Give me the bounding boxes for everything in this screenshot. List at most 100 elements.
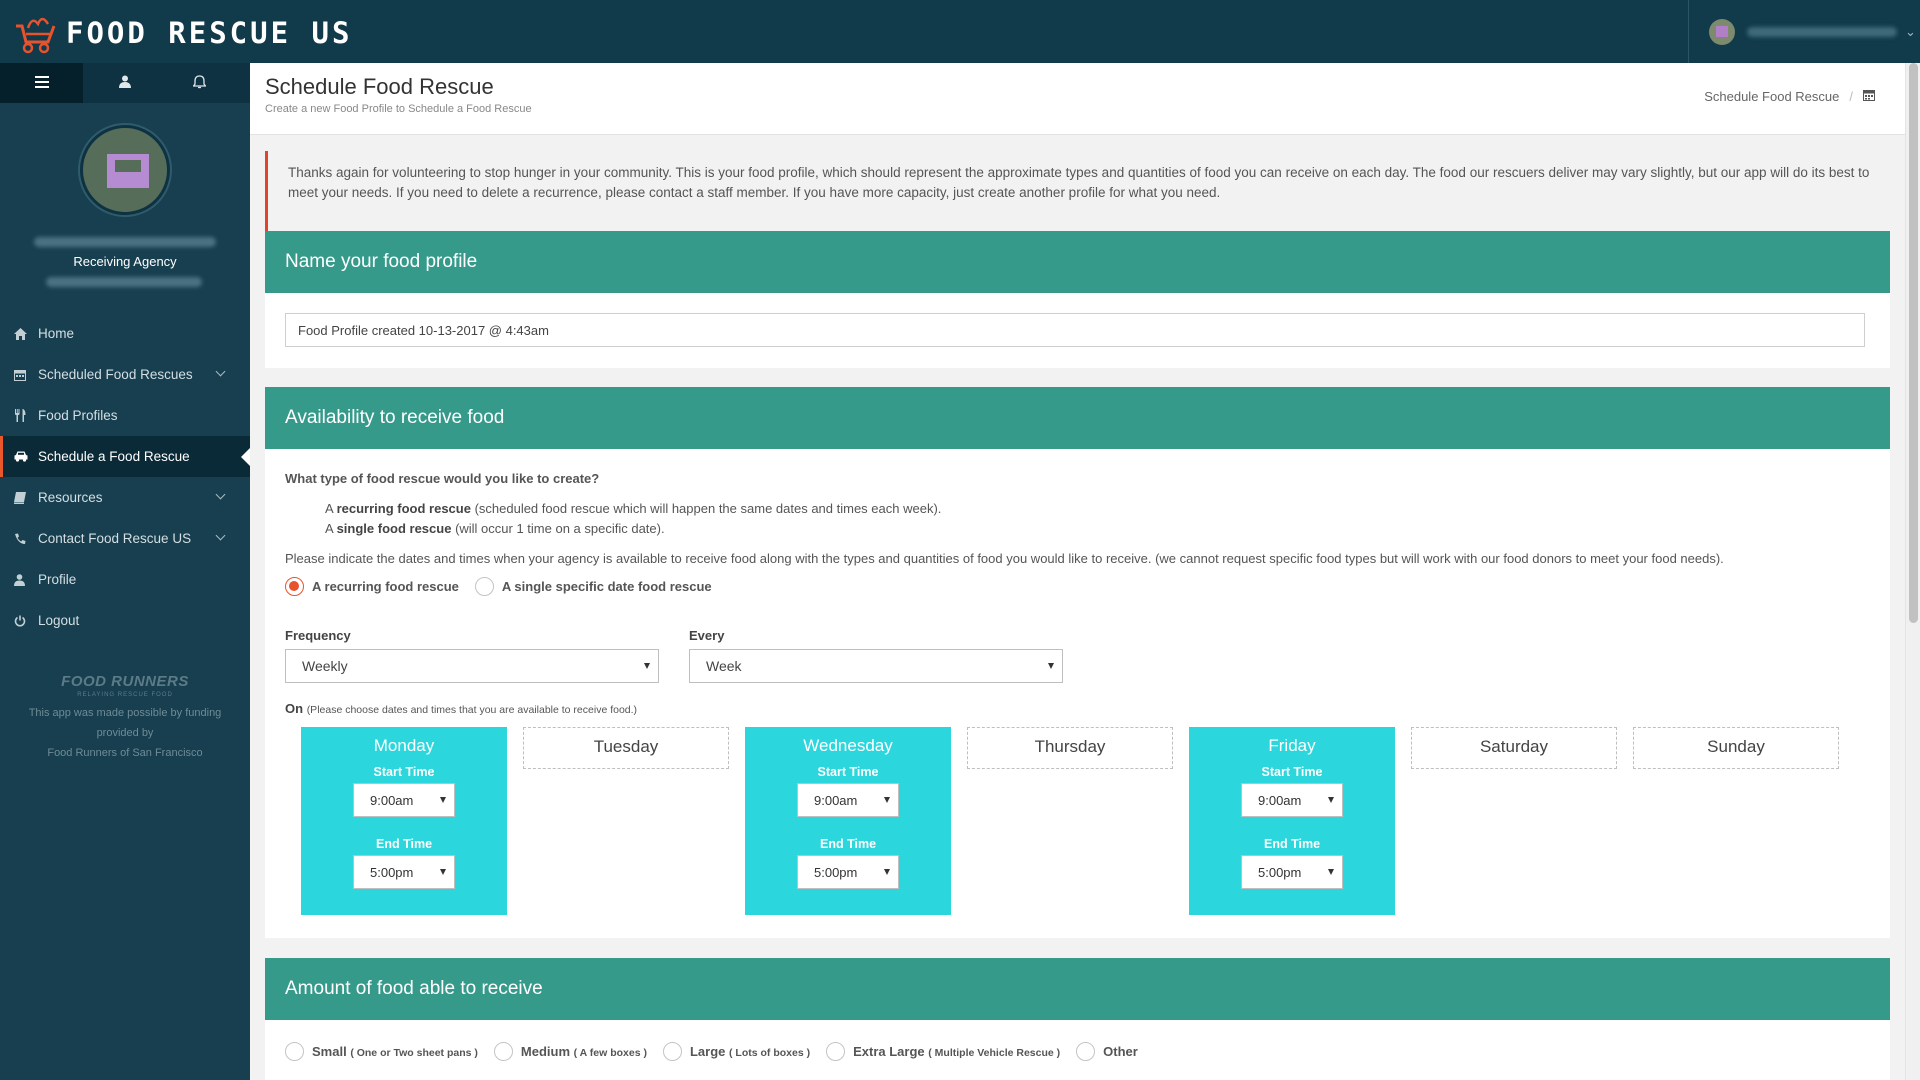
- page-title: Schedule Food Rescue: [265, 74, 494, 99]
- menu-tab[interactable]: [0, 63, 84, 103]
- chevron-down-icon: [215, 366, 226, 377]
- frequency-select[interactable]: Weekly: [285, 649, 659, 683]
- wednesday-end-time-select[interactable]: 5:00pm: [797, 855, 899, 889]
- amount-option-large[interactable]: Large ( Lots of boxes ): [662, 1042, 810, 1061]
- rescue-type-radios: A recurring food rescue A single specifi…: [285, 577, 728, 596]
- brand-name: FOOD RESCUE US: [66, 16, 353, 50]
- name-panel-body: Food Profile created 10-13-2017 @ 4:43am: [265, 293, 1890, 368]
- user-icon: [118, 75, 131, 91]
- amount-option-medium[interactable]: Medium ( A few boxes ): [493, 1042, 647, 1061]
- page-scrollbar[interactable]: [1905, 63, 1920, 1080]
- amount-options: Small ( One or Two sheet pans ) Medium (…: [285, 1042, 1154, 1061]
- chevron-down-icon: [215, 530, 226, 541]
- extra-large-radio[interactable]: [826, 1042, 846, 1061]
- power-icon: [14, 615, 38, 627]
- on-label: On (Please choose dates and times that y…: [285, 701, 638, 716]
- single-description: A single food rescue (will occur 1 time …: [325, 521, 665, 536]
- top-bar: FOOD RESCUE US ⌄: [0, 0, 1920, 63]
- day-monday[interactable]: Monday Start Time 9:00am End Time 5:00pm: [301, 727, 507, 915]
- page-header: Schedule Food Rescue Create a new Food P…: [250, 63, 1905, 135]
- caret-down-icon: [1328, 869, 1334, 875]
- funding-note: FOOD RUNNERS RELAYING RESCUE FOOD This a…: [0, 673, 250, 763]
- page-subtitle: Create a new Food Profile to Schedule a …: [265, 103, 532, 115]
- sidebar-item-contact-food-rescue-us[interactable]: Contact Food Rescue US: [0, 518, 250, 559]
- recurring-radio-option[interactable]: A recurring food rescue: [285, 577, 459, 596]
- scrollbar-thumb[interactable]: [1909, 63, 1918, 623]
- caret-down-icon: [884, 797, 890, 803]
- book-icon: [14, 491, 38, 504]
- profile-name-input[interactable]: Food Profile created 10-13-2017 @ 4:43am: [285, 313, 1865, 347]
- day-thursday[interactable]: Thursday: [967, 727, 1173, 769]
- single-radio-option[interactable]: A single specific date food rescue: [474, 577, 712, 596]
- food-runners-logo[interactable]: FOOD RUNNERS: [0, 673, 250, 691]
- day-saturday[interactable]: Saturday: [1411, 727, 1617, 769]
- notifications-tab[interactable]: 1: [167, 63, 309, 103]
- breadcrumb: Schedule Food Rescue /: [1704, 89, 1875, 104]
- hamburger-icon: [34, 75, 49, 91]
- caret-down-icon: [1048, 663, 1054, 669]
- user-icon: [14, 573, 38, 586]
- amount-option-other[interactable]: Other: [1076, 1042, 1138, 1061]
- day-friday[interactable]: Friday Start Time 9:00am End Time 5:00pm: [1189, 727, 1395, 915]
- day-wednesday[interactable]: Wednesday Start Time 9:00am End Time 5:0…: [745, 727, 951, 915]
- chevron-down-icon: [215, 489, 226, 500]
- day-tuesday[interactable]: Tuesday: [523, 727, 729, 769]
- food-runners-tagline: RELAYING RESCUE FOOD: [77, 692, 173, 698]
- rescue-type-question: What type of food rescue would you like …: [285, 471, 600, 486]
- monday-start-time-select[interactable]: 9:00am: [353, 783, 455, 817]
- user-menu[interactable]: ⌄: [1688, 0, 1920, 63]
- amount-option-extra-large[interactable]: Extra Large ( Multiple Vehicle Rescue ): [826, 1042, 1060, 1061]
- frequency-label: Frequency: [285, 628, 351, 643]
- user-name-redacted: [1747, 26, 1897, 37]
- caret-down-icon: [440, 797, 446, 803]
- large-radio[interactable]: [662, 1042, 682, 1061]
- breadcrumb-current[interactable]: Schedule Food Rescue: [1704, 89, 1839, 104]
- sidebar-item-logout[interactable]: Logout: [0, 600, 250, 641]
- food-cart-logo-icon: [14, 12, 60, 54]
- availability-panel-header: Availability to receive food: [265, 387, 1890, 449]
- brand-logo[interactable]: FOOD RESCUE US: [14, 12, 352, 54]
- sidebar-item-food-profiles[interactable]: Food Profiles: [0, 395, 250, 436]
- medium-radio[interactable]: [493, 1042, 513, 1061]
- agency-name-redacted: [34, 237, 216, 247]
- calendar-icon: [14, 369, 38, 381]
- agency-role: Receiving Agency: [73, 254, 177, 269]
- day-sunday[interactable]: Sunday: [1633, 727, 1839, 769]
- main-content: Schedule Food Rescue Create a new Food P…: [250, 63, 1905, 1080]
- phone-icon: [14, 533, 38, 545]
- other-radio[interactable]: [1076, 1042, 1096, 1061]
- name-panel-header: Name your food profile: [265, 231, 1890, 293]
- monday-end-time-select[interactable]: 5:00pm: [353, 855, 455, 889]
- calendar-icon: [1863, 89, 1875, 104]
- home-icon: [14, 327, 38, 340]
- bell-icon: [192, 74, 207, 92]
- every-label: Every: [689, 628, 725, 643]
- single-radio[interactable]: [474, 577, 494, 596]
- every-select[interactable]: Week: [689, 649, 1063, 683]
- utensils-icon: [14, 409, 38, 422]
- availability-panel-body: What type of food rescue would you like …: [265, 449, 1890, 938]
- chevron-down-icon: ⌄: [1905, 23, 1916, 39]
- user-avatar: [1709, 18, 1735, 45]
- recurring-description: A recurring food rescue (scheduled food …: [325, 501, 942, 516]
- friday-end-time-select[interactable]: 5:00pm: [1241, 855, 1343, 889]
- sidebar-item-profile[interactable]: Profile: [0, 559, 250, 600]
- sidebar-item-home[interactable]: Home: [0, 313, 250, 354]
- availability-instructions: Please indicate the dates and times when…: [285, 551, 1724, 566]
- sidebar-item-schedule-a-food-rescue[interactable]: Schedule a Food Rescue: [0, 436, 250, 477]
- small-radio[interactable]: [285, 1042, 304, 1061]
- wednesday-start-time-select[interactable]: 9:00am: [797, 783, 899, 817]
- caret-down-icon: [1328, 797, 1334, 803]
- agency-address-redacted: [46, 277, 202, 287]
- sidebar: 1 Receiving Agency Home Scheduled Food R…: [0, 63, 309, 1080]
- sidebar-item-resources[interactable]: Resources: [0, 477, 250, 518]
- friday-start-time-select[interactable]: 9:00am: [1241, 783, 1343, 817]
- amount-panel-header: Amount of food able to receive: [265, 958, 1890, 1020]
- amount-option-small[interactable]: Small ( One or Two sheet pans ): [285, 1042, 478, 1061]
- caret-down-icon: [884, 869, 890, 875]
- sidebar-nav: Home Scheduled Food Rescues Food Profile…: [0, 313, 250, 641]
- recurring-radio[interactable]: [285, 577, 304, 596]
- car-icon: [14, 451, 38, 462]
- user-tab[interactable]: [83, 63, 166, 103]
- sidebar-item-scheduled-food-rescues[interactable]: Scheduled Food Rescues: [0, 354, 250, 395]
